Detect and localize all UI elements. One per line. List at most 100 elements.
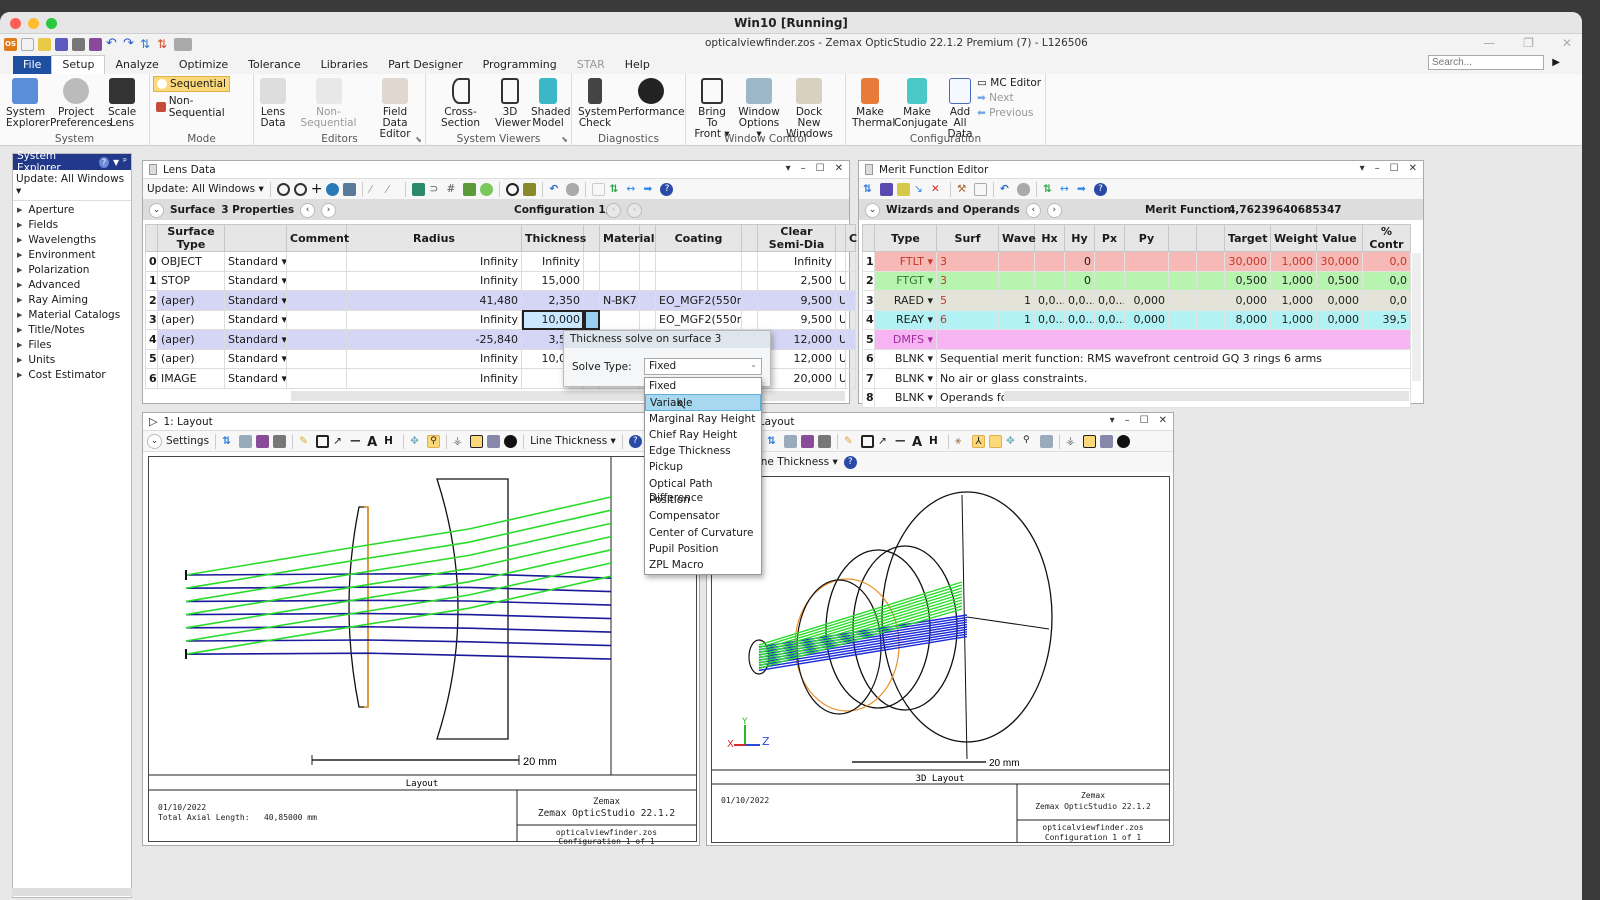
cell-coat[interactable] [655,251,742,272]
cell-contr[interactable]: 39,5 [1362,309,1411,330]
operand-param[interactable]: 3 [936,251,999,272]
shaded-model-button[interactable]: Shaded Model [528,74,571,129]
zoom-icon[interactable]: ⚲ [427,434,441,448]
zoom-icon[interactable]: ⚲ [1023,435,1036,448]
dropdown-icon[interactable]: ▼ [113,158,119,167]
bring-to-front-button[interactable]: Bring To Front ▾ [689,74,735,140]
cell-n[interactable]: 3 [145,309,158,330]
column-header[interactable]: Material [599,224,654,252]
make-conjugate-button[interactable]: Make Conjugate [891,74,948,129]
expand-arrow-icon[interactable]: ▶ [17,354,22,367]
explorer-item-wavelengths[interactable]: ▶ Wavelengths [13,233,131,248]
surface-row[interactable]: 0 OBJECT Standard ▾ Infinity Infinity Infinit… [145,251,856,272]
operand-param[interactable]: 0 [1064,270,1095,291]
window-icon[interactable] [1100,434,1113,448]
cell-comment[interactable] [286,270,347,291]
cell-thick[interactable]: Infinity [521,251,584,272]
update-icon[interactable]: ⇅ [140,38,153,51]
window-icon[interactable] [487,434,501,448]
arrow-right-icon[interactable]: ➡ [643,183,656,196]
undo-icon[interactable]: ↶ [106,37,119,51]
operand-param[interactable] [998,251,1035,272]
cell-name[interactable]: (aper) [157,309,225,330]
cell-target[interactable]: 8,000 [1224,309,1271,330]
save-icon[interactable] [55,37,68,51]
cell-f[interactable]: U [835,309,846,330]
tab-setup[interactable]: Setup [51,55,106,74]
cell-target[interactable]: 30,000 [1224,251,1271,272]
operand-param[interactable] [1094,251,1125,272]
blank-icon[interactable] [592,182,606,196]
operand-param[interactable]: 1 [998,309,1035,330]
reset-view-icon[interactable] [1040,434,1053,448]
save-icon[interactable] [256,434,270,448]
cell-csd[interactable]: 9,500 [757,309,836,330]
pan-icon[interactable]: ✥ [410,435,423,448]
operand-row[interactable]: 5 DMFS ▾ [862,329,1411,350]
cell-solve[interactable] [845,348,856,369]
explorer-item-polarization[interactable]: ▶ Polarization [13,263,131,278]
toggle-icon[interactable] [1017,182,1030,196]
cell-type[interactable]: Standard ▾ [224,270,287,291]
cell-radius[interactable]: Infinity [346,309,522,330]
toggle-icon[interactable] [566,182,580,196]
next-config-button[interactable]: ➡ Next [977,92,1041,104]
tab-programming[interactable]: Programming [473,56,567,74]
text-icon[interactable]: A [912,435,925,450]
explorer-item-environment[interactable]: ▶ Environment [13,248,131,263]
curve-arrow-icon[interactable]: ↶ [1000,183,1013,196]
cell-solve[interactable] [583,270,600,291]
cross-section-button[interactable]: Cross-Section [429,74,492,129]
cell-solve[interactable] [639,270,656,291]
cell-solve[interactable] [639,290,656,311]
cell-type[interactable]: Standard ▾ [224,251,287,272]
expand-properties-button[interactable]: ⌄ [149,202,164,218]
dimension-icon[interactable]: H [929,435,942,448]
operand-param[interactable] [1196,270,1225,291]
cell-csd[interactable]: 2,500 [757,270,836,291]
cell-weight[interactable]: 1,000 [1270,251,1317,272]
insert-icon[interactable]: ↘ [914,183,927,196]
target-icon[interactable] [480,182,494,196]
line-icon[interactable]: — [350,435,363,448]
tab-part-designer[interactable]: Part Designer [378,56,472,74]
scale-lens-button[interactable]: Scale Lens [105,74,139,129]
cell-weight[interactable]: 1,000 [1270,270,1317,291]
cell-target[interactable]: 0,000 [1224,290,1271,311]
operand-param[interactable]: 0,0... [1064,309,1095,330]
timer-icon[interactable] [504,434,518,448]
reload-all-icon[interactable] [293,182,307,196]
new-icon[interactable] [21,37,34,51]
settings-expand-button[interactable]: ⌄ [147,433,162,449]
tab-tolerance[interactable]: Tolerance [238,56,310,74]
cell-csd[interactable]: Infinity [757,251,836,272]
column-header[interactable]: Hy [1064,224,1095,252]
restore-icon[interactable]: ❐ [1523,36,1534,50]
cell-f[interactable]: U [835,290,846,311]
column-header[interactable] [1168,224,1197,252]
column-header[interactable]: Cl [845,224,861,252]
cell-contr[interactable]: 0,0 [1362,290,1411,311]
cell-weight[interactable]: 1,000 [1270,309,1317,330]
operand-param[interactable] [1196,251,1225,272]
rotate-icon[interactable]: ⚹ [955,435,968,448]
cell-mat[interactable] [599,251,640,272]
stamp-icon[interactable]: ⚶ [1066,435,1079,448]
dock-new-windows-button[interactable]: Dock New Windows [783,74,835,140]
3d-viewer-button[interactable]: 3D Viewer [492,74,531,129]
globe-icon[interactable] [326,182,340,196]
non-sequential-editor-button[interactable]: Non-Sequential [289,74,368,129]
print-icon[interactable] [818,434,831,448]
operand-param[interactable]: 0,0... [1034,290,1065,311]
surface-row[interactable]: 1STOPStandard ▾ Infinity15,000 2,500U [145,270,856,291]
operand-param[interactable] [1034,270,1065,291]
dropdown-icon[interactable]: ▾ [1360,163,1365,174]
update-dropdown[interactable]: Update: All Windows ▾ [147,183,264,195]
line-thickness-dropdown[interactable]: Line Thickness ▾ [530,435,616,447]
dropdown-icon[interactable]: ▾ [786,163,791,174]
cell-csd[interactable]: 9,500 [757,290,836,311]
cell-type[interactable]: Standard ▾ [224,348,287,369]
cell-radius[interactable]: -25,840 [346,329,522,350]
add-all-data-button[interactable]: Add All Data [943,74,977,140]
vertical-scrollbar[interactable] [1412,253,1421,381]
